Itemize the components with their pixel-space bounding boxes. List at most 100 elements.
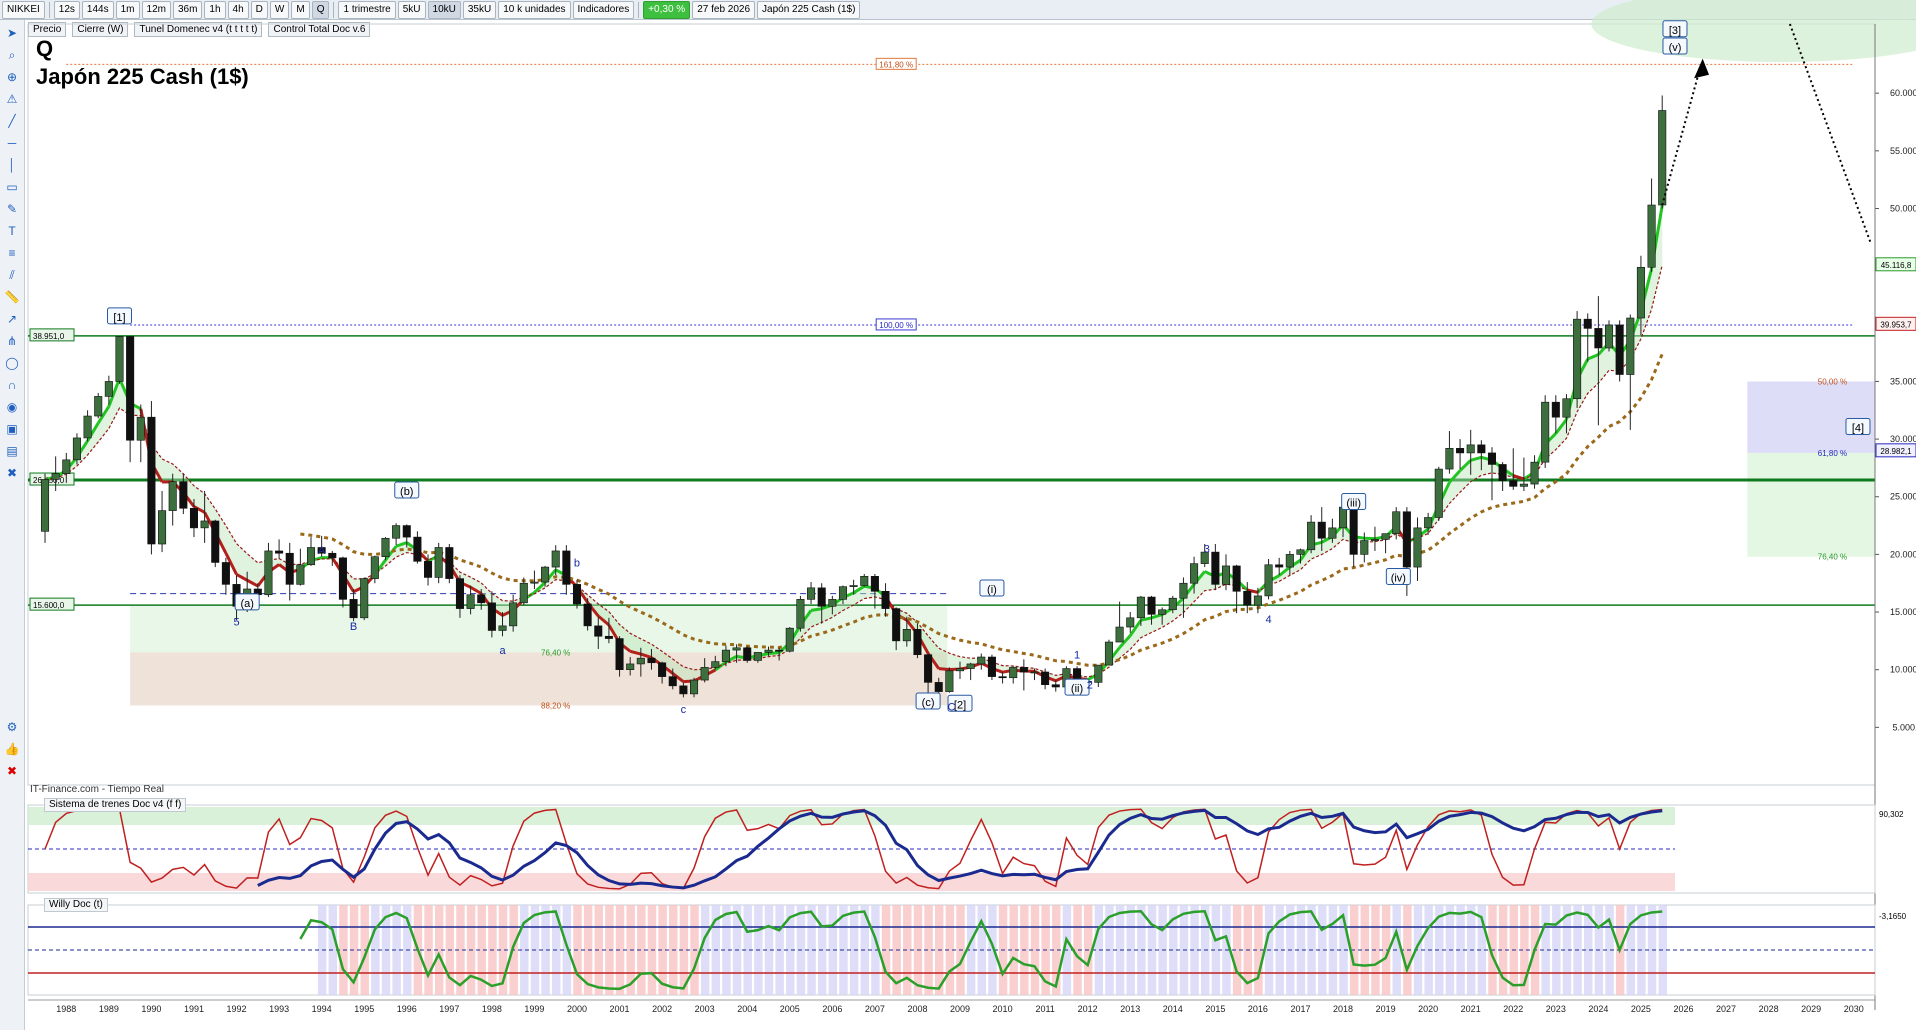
units-select[interactable]: 10 k unidades xyxy=(498,0,571,19)
symbol-select[interactable]: NIKKEI xyxy=(2,0,45,19)
change-percent-badge: +0,30 % xyxy=(643,0,691,19)
candle-body xyxy=(1498,464,1507,481)
willy-bar xyxy=(1498,905,1508,995)
x-tick-label: 2009 xyxy=(950,1004,970,1014)
legend-price[interactable]: Precio xyxy=(28,21,67,37)
channel-icon[interactable]: ⫽ xyxy=(4,268,20,282)
trend-panel-label[interactable]: Sistema de trenes Doc v4 (f f) xyxy=(44,798,187,812)
cursor-icon[interactable]: ➤ xyxy=(4,26,20,40)
eye-icon[interactable]: ◉ xyxy=(4,400,20,414)
x-tick-label: 1992 xyxy=(227,1004,247,1014)
horizontal-line-icon[interactable]: ─ xyxy=(4,136,20,150)
fast-ma-segment xyxy=(1533,443,1547,473)
willy-bar xyxy=(1147,905,1157,995)
settings-icon[interactable]: ⚙ xyxy=(4,720,20,734)
fast-ma-segment xyxy=(1310,540,1323,547)
candle-body xyxy=(1658,110,1667,206)
legend-tunel[interactable]: Tunel Domenec v4 (t t t t t) xyxy=(134,21,263,37)
fast-ma-segment xyxy=(1416,527,1430,539)
timeframe-12m[interactable]: 12m xyxy=(141,0,171,19)
candle xyxy=(1424,512,1433,535)
willy-bar xyxy=(1179,905,1189,995)
arrow-icon[interactable]: ↗ xyxy=(4,312,20,326)
x-tick-label: 2008 xyxy=(907,1004,927,1014)
alert-icon[interactable]: ⚠ xyxy=(4,92,20,106)
fast-ma-segment xyxy=(1331,523,1345,538)
candle xyxy=(1392,507,1401,540)
text-icon[interactable]: T xyxy=(4,224,20,238)
legend-control-total[interactable]: Control Total Doc v.6 xyxy=(268,21,371,37)
fast-ma-segment xyxy=(1512,474,1525,481)
x-tick-label: 1991 xyxy=(184,1004,204,1014)
magnet-icon[interactable]: ∩ xyxy=(4,378,20,392)
willy-bar xyxy=(1520,905,1529,995)
zoom-in-icon[interactable]: ⊕ xyxy=(4,70,20,84)
y-tick-label: 5.000, xyxy=(1892,722,1916,732)
x-tick-label: 1995 xyxy=(354,1004,374,1014)
candle-body xyxy=(658,662,667,677)
vertical-line-icon[interactable]: │ xyxy=(4,158,20,172)
price-chart[interactable]: 38.951,026.450,015.600,0 161,80 %100,00 … xyxy=(0,0,1916,1030)
candle xyxy=(1456,439,1465,470)
unit-35ku[interactable]: 35kU xyxy=(462,0,497,19)
ellipse-icon[interactable]: ◯ xyxy=(4,356,20,370)
candle-body xyxy=(413,536,422,562)
timeframe-36m[interactable]: 36m xyxy=(172,0,203,19)
willy-panel-label[interactable]: Willy Doc (t) xyxy=(44,898,108,912)
delete-icon[interactable]: ✖ xyxy=(4,466,20,480)
period-select[interactable]: 1 trimestre xyxy=(338,0,396,19)
legend-close[interactable]: Cierre (W) xyxy=(72,21,129,37)
fast-ma-segment xyxy=(916,633,930,655)
timeframe-m[interactable]: M xyxy=(291,0,310,19)
candle-body xyxy=(817,587,826,607)
timeframe-144s[interactable]: 144s xyxy=(81,0,114,19)
close-icon[interactable]: ✖ xyxy=(4,764,20,778)
fast-ma-segment xyxy=(491,607,504,617)
timeframe-d[interactable]: D xyxy=(250,0,268,19)
pitchfork-icon[interactable]: ⋔ xyxy=(4,334,20,348)
candle-body xyxy=(615,638,624,670)
willy-bar xyxy=(903,905,912,995)
ruler-icon[interactable]: 📏 xyxy=(4,290,20,304)
thumb-up-icon[interactable]: 👍 xyxy=(4,742,20,756)
candle-body xyxy=(924,654,933,683)
unit-5ku[interactable]: 5kU xyxy=(397,0,426,19)
candle-body xyxy=(1094,664,1103,683)
timeframe-12s[interactable]: 12s xyxy=(53,0,80,19)
fast-ma-segment xyxy=(1639,268,1654,312)
indicators-button[interactable]: Indicadores xyxy=(572,0,635,19)
unit-10ku[interactable]: 10kU xyxy=(427,0,461,19)
fast-ma-segment xyxy=(1151,613,1163,620)
candle xyxy=(966,662,975,681)
rectangle-icon[interactable]: ▭ xyxy=(4,180,20,194)
candle xyxy=(83,410,92,442)
timeframe-4h[interactable]: 4h xyxy=(227,0,249,19)
willy-bar xyxy=(626,905,635,995)
willy-bar xyxy=(1392,905,1401,995)
layers-icon[interactable]: ▤ xyxy=(4,444,20,458)
candle xyxy=(147,401,156,555)
candle-body xyxy=(1583,318,1592,329)
candle-body xyxy=(1051,684,1060,688)
candle xyxy=(1370,526,1379,551)
fast-ma-segment xyxy=(714,660,727,672)
lock-icon[interactable]: ▣ xyxy=(4,422,20,436)
candle-body xyxy=(168,481,177,511)
trendline-icon[interactable]: ╱ xyxy=(4,114,20,128)
timeframe-q[interactable]: Q xyxy=(311,0,330,19)
timeframe-1h[interactable]: 1h xyxy=(204,0,226,19)
willy-bar xyxy=(456,905,465,995)
fib-label: 50,00 % xyxy=(1818,377,1847,386)
candle-body xyxy=(1041,671,1050,685)
candle-body xyxy=(562,550,571,585)
fibonacci-icon[interactable]: ≡ xyxy=(4,246,20,260)
willy-bar xyxy=(1552,905,1561,995)
timeframe-w[interactable]: W xyxy=(269,0,290,19)
fast-ma-segment xyxy=(629,649,642,656)
candle xyxy=(785,627,794,653)
timeframe-1m[interactable]: 1m xyxy=(115,0,140,19)
pencil-icon[interactable]: ✎ xyxy=(4,202,20,216)
zoom-icon[interactable]: ⌕ xyxy=(4,48,20,62)
candle-body xyxy=(1434,468,1443,518)
willy-bar xyxy=(892,905,901,995)
